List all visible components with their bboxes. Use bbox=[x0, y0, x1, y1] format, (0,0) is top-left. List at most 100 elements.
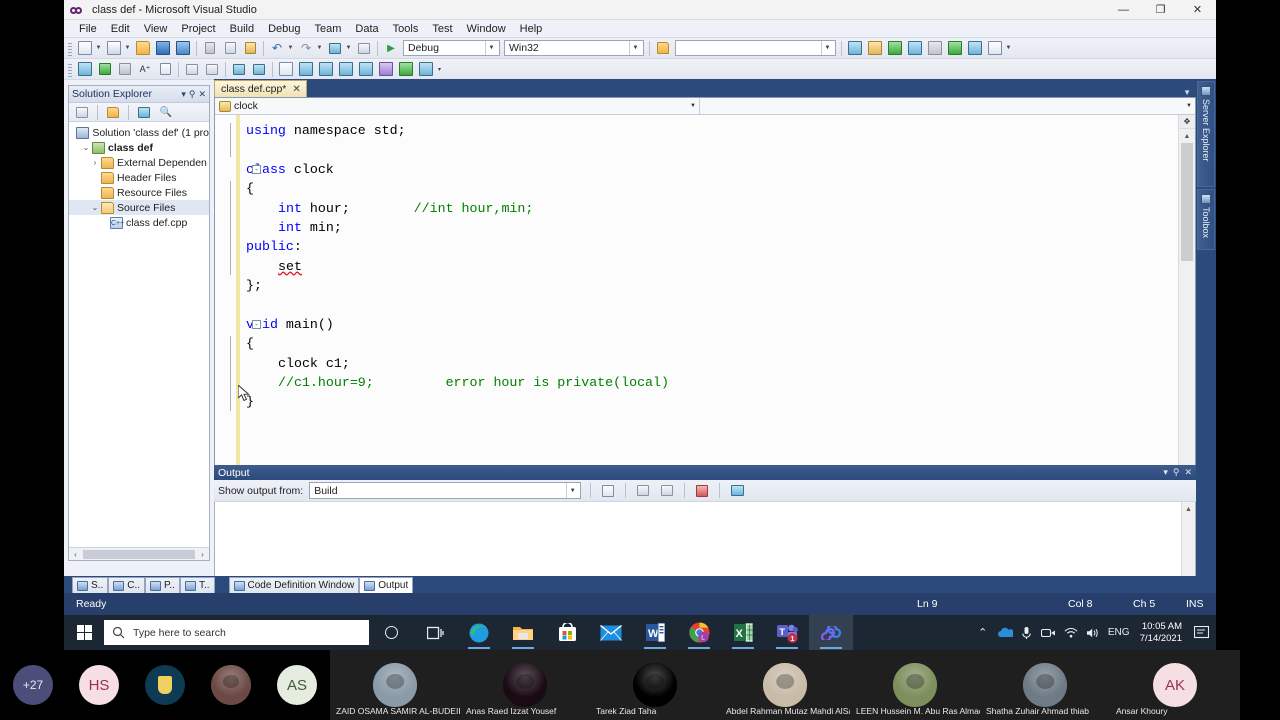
clear-all-icon[interactable] bbox=[692, 481, 712, 500]
insert-breakpoint-icon[interactable] bbox=[296, 60, 316, 79]
participant-tile[interactable]: LEEN Hussein M. Abu Ras Almadani bbox=[850, 650, 995, 720]
bottom-dock-tab-output[interactable]: Output bbox=[359, 577, 414, 593]
new-project-dropdown-icon[interactable]: ▼ bbox=[95, 39, 104, 58]
tab-class-def-cpp[interactable]: class def.cpp* ✕ bbox=[214, 80, 307, 97]
google-chrome-icon[interactable]: L bbox=[677, 615, 721, 650]
command-window-icon[interactable] bbox=[985, 39, 1005, 58]
bottom-dock-tab-c[interactable]: C.. bbox=[108, 577, 146, 593]
outlining-collapse-icon[interactable]: - bbox=[252, 164, 261, 174]
start-button[interactable] bbox=[64, 615, 104, 650]
tab-order-icon[interactable] bbox=[155, 60, 175, 79]
navigate-forward-icon[interactable] bbox=[354, 39, 374, 58]
new-project-icon[interactable] bbox=[75, 39, 95, 58]
toolbar-overflow-icon[interactable]: ▼ bbox=[1005, 39, 1014, 58]
save-icon[interactable] bbox=[153, 39, 173, 58]
chevron-down-icon[interactable]: ▼ bbox=[566, 483, 578, 498]
properties-window-icon[interactable] bbox=[865, 39, 885, 58]
solution-configuration-combo[interactable]: Debug ▼ bbox=[403, 40, 500, 56]
pin-icon[interactable]: ⚲ bbox=[1173, 467, 1180, 478]
microsoft-teams-icon[interactable]: T1 bbox=[765, 615, 809, 650]
chevron-down-icon[interactable]: ▼ bbox=[690, 103, 696, 109]
copy-icon[interactable] bbox=[220, 39, 240, 58]
chevron-down-icon[interactable]: ▼ bbox=[1186, 103, 1192, 109]
open-file-icon[interactable] bbox=[133, 39, 153, 58]
cortana-icon[interactable] bbox=[369, 615, 413, 650]
show-all-files-icon[interactable] bbox=[103, 103, 123, 122]
right-dock-tab-server-explorer[interactable]: Server Explorer bbox=[1197, 81, 1215, 187]
microsoft-word-icon[interactable]: W bbox=[633, 615, 677, 650]
right-dock-tab-toolbox[interactable]: Toolbox bbox=[1197, 189, 1215, 251]
scrollbar-thumb[interactable] bbox=[83, 549, 195, 559]
participant-tile[interactable]: Shatha Zuhair Ahmad thiab bbox=[980, 650, 1110, 720]
refresh-icon[interactable] bbox=[134, 103, 154, 122]
increase-indent-icon[interactable] bbox=[202, 60, 222, 79]
scroll-up-icon[interactable]: ▲ bbox=[1182, 502, 1195, 516]
bottom-dock-tab-s[interactable]: S.. bbox=[72, 577, 109, 593]
show-hidden-icons-chevron[interactable]: ⌃ bbox=[972, 626, 994, 639]
participant-tile[interactable]: Anas Raed Izzat Yousef bbox=[460, 650, 590, 720]
participant-tile[interactable]: Tarek Ziad Taha bbox=[590, 650, 720, 720]
view-code-icon[interactable]: 🔍 bbox=[156, 103, 176, 122]
toolbox-window-icon[interactable] bbox=[905, 39, 925, 58]
redo-icon[interactable]: ↷ bbox=[296, 39, 316, 58]
step-out-icon[interactable] bbox=[376, 60, 396, 79]
close-icon[interactable]: ✕ bbox=[198, 89, 206, 100]
menu-item-build[interactable]: Build bbox=[223, 22, 261, 36]
cut-icon[interactable] bbox=[200, 39, 220, 58]
navigate-backward-dropdown-icon[interactable]: ▼ bbox=[345, 39, 354, 58]
chevron-down-icon[interactable]: ⌄ bbox=[89, 203, 101, 212]
solution-platform-combo[interactable]: Win32 ▼ bbox=[504, 40, 644, 56]
decrease-indent-icon[interactable] bbox=[182, 60, 202, 79]
menu-item-file[interactable]: File bbox=[72, 22, 104, 36]
type-navigation-combo[interactable]: clock ▼ bbox=[215, 98, 700, 114]
comment-selection-icon[interactable] bbox=[95, 60, 115, 79]
participant-tile[interactable]: ZAID OSAMA SAMIR AL-BUDEIRI bbox=[330, 650, 467, 720]
run-to-cursor-icon[interactable] bbox=[396, 60, 416, 79]
toolbar-overflow-icon[interactable]: ▾ bbox=[436, 60, 445, 79]
output-source-combo[interactable]: Build ▼ bbox=[309, 482, 582, 499]
notification-center-icon[interactable] bbox=[1188, 626, 1214, 639]
solution-tree[interactable]: Solution 'class def' (1 pro ⌄ class def › Ex… bbox=[69, 122, 209, 547]
bottom-dock-tab-p[interactable]: P.. bbox=[145, 577, 180, 593]
menu-item-data[interactable]: Data bbox=[348, 22, 385, 36]
split-view-icon[interactable]: ✥ bbox=[1179, 115, 1195, 129]
close-button[interactable]: ✕ bbox=[1179, 0, 1216, 20]
step-into-icon[interactable] bbox=[336, 60, 356, 79]
solution-tree-item[interactable]: Header Files bbox=[69, 170, 209, 185]
sync-icon[interactable] bbox=[249, 60, 269, 79]
scroll-up-icon[interactable]: ▲ bbox=[1179, 129, 1195, 143]
dropdown-icon[interactable]: ▾ bbox=[181, 89, 186, 100]
solution-tree-item[interactable]: ⌄ class def bbox=[69, 140, 209, 155]
new-item-dropdown-icon[interactable]: ▼ bbox=[124, 39, 133, 58]
menu-item-window[interactable]: Window bbox=[460, 22, 513, 36]
menu-item-debug[interactable]: Debug bbox=[261, 22, 307, 36]
participant-tile[interactable]: Abdel Rahman Mutaz Mahdi AlSab.. bbox=[720, 650, 863, 720]
microsoft-excel-icon[interactable]: X bbox=[721, 615, 765, 650]
start-debugging-icon[interactable]: ▶ bbox=[381, 39, 401, 58]
dropdown-icon[interactable]: ▾ bbox=[1163, 467, 1168, 478]
menu-item-tools[interactable]: Tools bbox=[386, 22, 426, 36]
close-icon[interactable]: ✕ bbox=[292, 84, 300, 95]
solution-tree-item[interactable]: C++ class def.cpp bbox=[69, 215, 209, 230]
participant-tile[interactable]: AK Ansar Khoury bbox=[1110, 650, 1240, 720]
redo-dropdown-icon[interactable]: ▼ bbox=[316, 39, 325, 58]
participant-tile[interactable] bbox=[132, 650, 198, 720]
mail-icon[interactable] bbox=[589, 615, 633, 650]
minimize-button[interactable]: — bbox=[1105, 0, 1142, 20]
save-all-icon[interactable] bbox=[173, 39, 193, 58]
chevron-down-icon[interactable]: ▼ bbox=[629, 41, 641, 55]
maximize-button[interactable]: ❐ bbox=[1142, 0, 1179, 20]
participant-tile[interactable]: HS bbox=[66, 650, 132, 720]
menu-item-test[interactable]: Test bbox=[425, 22, 459, 36]
step-over-icon[interactable] bbox=[356, 60, 376, 79]
menu-item-view[interactable]: View bbox=[137, 22, 175, 36]
navigate-to-icon[interactable] bbox=[945, 39, 965, 58]
breakpoint-window-icon[interactable] bbox=[276, 60, 296, 79]
customize-tools-icon[interactable] bbox=[925, 39, 945, 58]
error-list-icon[interactable] bbox=[965, 39, 985, 58]
chevron-down-icon[interactable]: ▼ bbox=[485, 41, 497, 55]
toolbar-grip[interactable] bbox=[68, 61, 72, 77]
go-to-next-icon[interactable] bbox=[657, 481, 677, 500]
new-item-icon[interactable] bbox=[104, 39, 124, 58]
menu-item-team[interactable]: Team bbox=[308, 22, 349, 36]
